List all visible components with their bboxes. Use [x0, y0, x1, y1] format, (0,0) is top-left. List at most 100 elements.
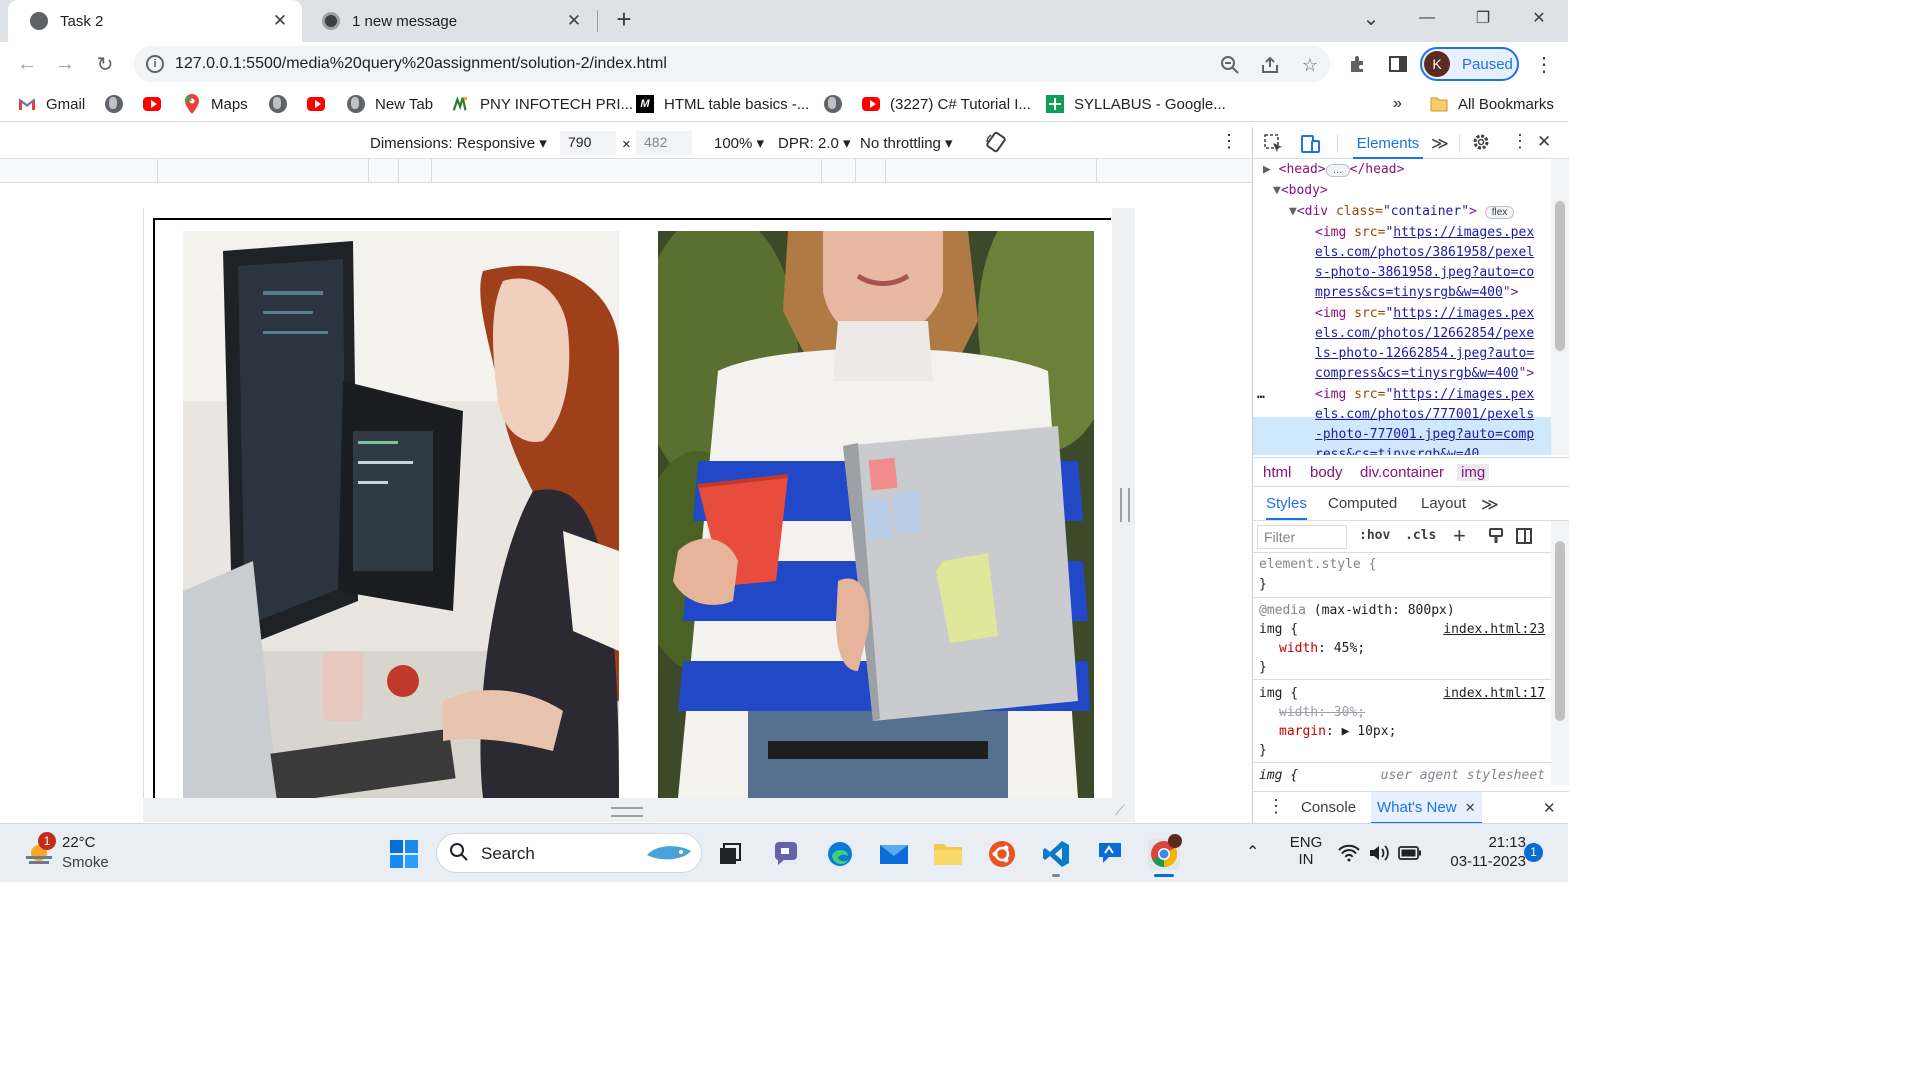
bookmark-globe-3[interactable] [824, 93, 842, 115]
all-bookmarks[interactable]: All Bookmarks [1430, 93, 1554, 115]
dom-node-body[interactable]: ▼<body> [1273, 183, 1328, 198]
close-tab-icon[interactable]: ✕ [1465, 800, 1476, 815]
zoom-select[interactable]: 100% ▾ [714, 134, 764, 152]
vscode-icon[interactable] [1040, 838, 1072, 870]
dom-url-line[interactable]: ls-photo-12662854.jpeg?auto= [1315, 346, 1534, 361]
dom-url-line[interactable]: els.com/photos/12662854/pexe [1315, 326, 1534, 341]
width-input[interactable]: 790 [560, 131, 616, 155]
element-style-selector[interactable]: element.style { [1259, 557, 1376, 572]
restore-button[interactable]: ❐ [1460, 0, 1506, 36]
tab-search-icon[interactable]: ⌄ [1348, 0, 1394, 36]
crumb-img[interactable]: img [1457, 464, 1490, 481]
media-query-segment[interactable] [368, 159, 369, 183]
address-bar[interactable]: i 127.0.0.1:5500/media%20query%20assignm… [134, 46, 1330, 82]
dom-url-line[interactable]: -photo-777001.jpeg?auto=comp [1315, 427, 1534, 442]
dom-node-container[interactable]: ▼<div class="container"> flex [1289, 204, 1515, 219]
chrome-taskbar-icon[interactable] [1148, 834, 1182, 870]
rule-selector[interactable]: img { [1259, 622, 1298, 637]
bookmark-globe-2[interactable] [269, 93, 287, 115]
mail-icon[interactable] [878, 838, 910, 870]
media-query-segment[interactable] [157, 159, 158, 183]
profile-button[interactable]: K Paused [1420, 47, 1519, 81]
media-query-segment[interactable] [1096, 159, 1097, 183]
crumb-body[interactable]: body [1310, 464, 1343, 481]
edge-icon[interactable] [824, 838, 856, 870]
more-tabs-icon[interactable]: ≫ [1481, 495, 1499, 515]
wifi-icon[interactable] [1338, 844, 1360, 865]
zoom-icon[interactable] [1218, 53, 1242, 77]
bookmark-star-icon[interactable]: ☆ [1298, 53, 1322, 77]
new-tab-button[interactable]: + [610, 6, 638, 34]
tab-computed[interactable]: Computed [1328, 495, 1397, 512]
close-devtools-icon[interactable]: ✕ [1537, 132, 1551, 152]
bookmark-youtube-1[interactable] [143, 93, 161, 115]
remote-desktop-icon[interactable] [1094, 838, 1126, 870]
inspect-element-icon[interactable] [1263, 133, 1285, 159]
share-icon[interactable] [1258, 53, 1282, 77]
css-declaration[interactable]: width: 45%; [1279, 641, 1365, 656]
sidebar-toggle-icon[interactable] [1515, 527, 1533, 548]
dom-url-line[interactable]: compress&cs=tinysrgb&w=400"> [1315, 366, 1534, 381]
device-options-icon[interactable]: ⋮ [1220, 131, 1238, 152]
paint-icon[interactable] [1487, 527, 1505, 548]
dom-url-line[interactable]: els.com/photos/3861958/pexel [1315, 245, 1534, 260]
weather-widget[interactable]: 1 22°C Smoke [22, 832, 122, 876]
drawer-tab-console[interactable]: Console [1301, 799, 1356, 816]
bookmarks-overflow-button[interactable]: » [1393, 93, 1402, 115]
reload-icon[interactable]: ↻ [90, 49, 120, 79]
side-panel-icon[interactable] [1386, 52, 1410, 76]
tab-styles[interactable]: Styles [1266, 495, 1307, 520]
close-window-button[interactable]: ✕ [1516, 0, 1562, 36]
rule-selector[interactable]: img { [1259, 686, 1298, 701]
media-query-segment[interactable] [431, 159, 432, 183]
flex-badge[interactable]: flex [1484, 206, 1515, 219]
media-query-segment[interactable] [821, 159, 822, 183]
device-toggle-icon[interactable] [1299, 133, 1321, 159]
bookmark-youtube-2[interactable] [307, 93, 325, 115]
file-explorer-icon[interactable] [932, 838, 964, 870]
css-declaration[interactable]: margin: ▶ 10px; [1279, 724, 1396, 739]
bookmark-pny[interactable]: PNY INFOTECH PRI... [452, 93, 633, 115]
rule-source-link[interactable]: index.html:23 [1443, 622, 1545, 637]
bookmark-csharp-tutorial[interactable]: (3227) C# Tutorial I... [862, 93, 1031, 115]
battery-icon[interactable] [1398, 846, 1422, 863]
resize-handle-right[interactable] [1112, 208, 1135, 798]
rotate-icon[interactable] [984, 130, 1008, 158]
bookmark-globe-1[interactable] [105, 93, 123, 115]
dom-scrollbar[interactable] [1551, 159, 1569, 455]
dom-node-img-selected[interactable]: <img src="https://images.pex [1315, 387, 1534, 402]
collapse-arrow-icon[interactable]: ▼ [1273, 183, 1281, 198]
taskbar-search[interactable]: Search [436, 833, 702, 873]
bookmark-maps[interactable]: Maps [183, 93, 248, 115]
dom-node-head[interactable]: ▶ <head>… </head> [1263, 162, 1404, 177]
more-tabs-icon[interactable]: ≫ [1431, 134, 1449, 154]
forward-icon[interactable]: → [50, 49, 80, 79]
bookmark-new-tab[interactable]: New Tab [347, 93, 433, 115]
tab-elements[interactable]: Elements [1353, 127, 1423, 159]
close-tab-icon[interactable]: ✕ [564, 11, 584, 31]
hov-toggle[interactable]: :hov [1359, 528, 1390, 543]
new-rule-icon[interactable]: + [1453, 523, 1466, 549]
crumb-div-container[interactable]: div.container [1360, 464, 1444, 481]
rule-source-link[interactable]: index.html:17 [1443, 686, 1545, 701]
bookmark-gmail[interactable]: Gmail [18, 93, 85, 115]
styles-scrollbar[interactable] [1551, 521, 1569, 785]
chrome-menu-icon[interactable]: ⋮ [1532, 52, 1556, 76]
expand-arrow-icon[interactable]: ▶ [1263, 162, 1271, 177]
volume-icon[interactable] [1368, 844, 1390, 865]
extensions-icon[interactable] [1346, 52, 1370, 76]
crumb-html[interactable]: html [1263, 464, 1291, 481]
settings-gear-icon[interactable] [1471, 132, 1491, 156]
media-query-segment[interactable] [885, 159, 886, 183]
cls-toggle[interactable]: .cls [1405, 528, 1436, 543]
notification-badge[interactable]: 1 [1524, 843, 1543, 862]
devtools-menu-icon[interactable]: ⋮ [1511, 131, 1529, 152]
styles-filter-input[interactable]: Filter [1257, 525, 1347, 549]
teams-chat-icon[interactable] [770, 838, 802, 870]
tab-task-2[interactable]: Task 2 ✕ [8, 0, 302, 42]
dom-url-line[interactable]: ress&cs=tinysrgb&w=40 [1315, 447, 1479, 455]
resize-handle-bottom[interactable] [143, 798, 1135, 822]
ubuntu-icon[interactable] [986, 838, 1018, 870]
scrollbar-thumb[interactable] [1555, 541, 1565, 721]
bookmark-syllabus[interactable]: SYLLABUS - Google... [1046, 93, 1226, 115]
